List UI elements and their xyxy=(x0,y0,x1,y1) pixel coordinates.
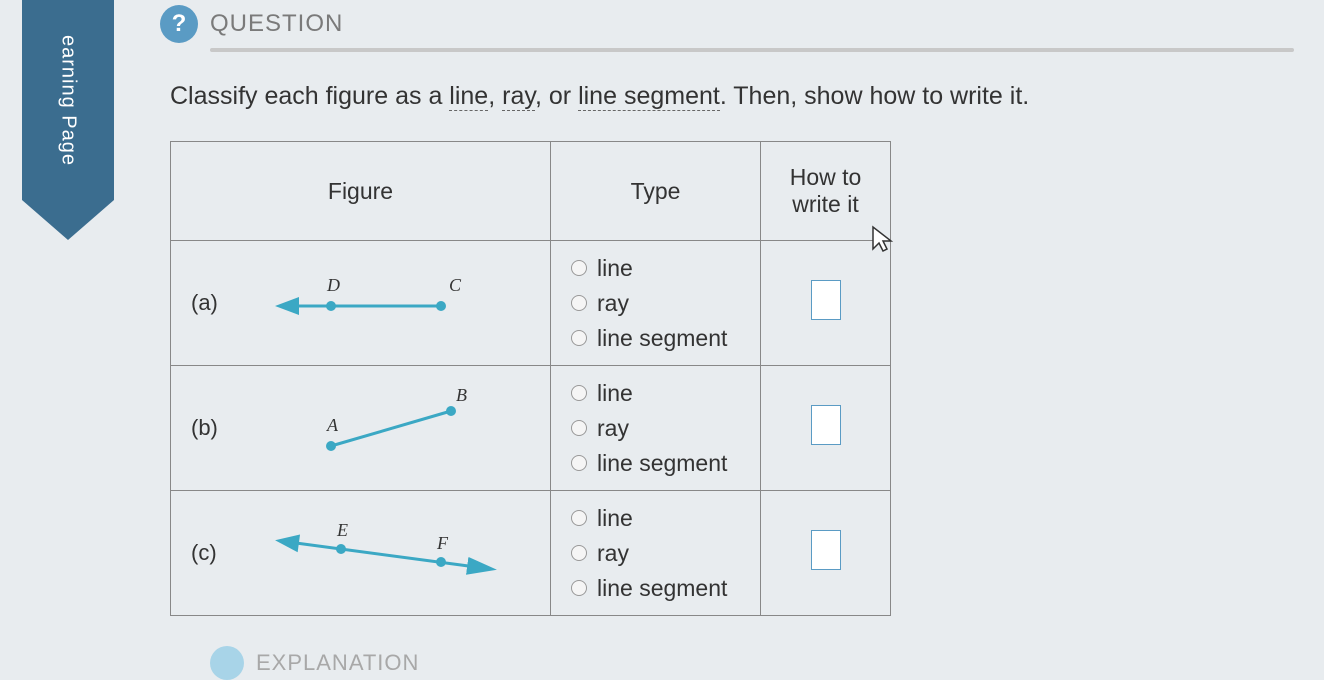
radio-icon xyxy=(571,455,587,471)
header-figure: Figure xyxy=(171,142,551,241)
instruction-text: Classify each figure as a line, ray, or … xyxy=(160,82,1294,111)
svg-text:B: B xyxy=(456,385,467,405)
explanation-icon xyxy=(210,646,244,680)
header-type: Type xyxy=(551,142,761,241)
option-a-segment[interactable]: line segment xyxy=(571,325,744,352)
table-header-row: Figure Type How to write it xyxy=(171,142,891,241)
explanation-title: EXPLANATION xyxy=(256,650,419,676)
row-label: (a) xyxy=(191,290,218,316)
figure-segment-ab: A B xyxy=(251,366,551,490)
write-input-c[interactable] xyxy=(811,530,841,570)
row-label: (c) xyxy=(191,540,217,566)
svg-text:D: D xyxy=(326,275,340,295)
type-cell-b: line ray line segment xyxy=(551,366,761,491)
table-row: (b) A B line ray line segment xyxy=(171,366,891,491)
write-cell-b xyxy=(761,366,891,491)
radio-icon xyxy=(571,385,587,401)
type-cell-a: line ray line segment xyxy=(551,241,761,366)
svg-text:E: E xyxy=(336,520,348,540)
radio-icon xyxy=(571,580,587,596)
option-b-segment[interactable]: line segment xyxy=(571,450,744,477)
write-input-a[interactable] xyxy=(811,280,841,320)
radio-icon xyxy=(571,330,587,346)
figure-cell-a: (a) D C xyxy=(171,241,551,366)
classification-table: Figure Type How to write it (a) D xyxy=(170,141,891,616)
side-tab-label: earning Page xyxy=(57,35,80,166)
write-input-b[interactable] xyxy=(811,405,841,445)
figure-cell-c: (c) E F xyxy=(171,491,551,616)
explanation-header: EXPLANATION xyxy=(210,646,1294,680)
term-ray[interactable]: ray xyxy=(502,82,535,111)
term-line-segment[interactable]: line segment xyxy=(578,82,720,111)
write-cell-c xyxy=(761,491,891,616)
option-b-ray[interactable]: ray xyxy=(571,415,744,442)
cursor-icon xyxy=(870,225,896,255)
question-mark-icon: ? xyxy=(160,5,198,43)
question-title: QUESTION xyxy=(210,10,343,38)
question-header: ? QUESTION xyxy=(160,0,1294,48)
radio-icon xyxy=(571,295,587,311)
figure-line-ef: E F xyxy=(251,491,551,615)
option-c-segment[interactable]: line segment xyxy=(571,575,744,602)
option-c-line[interactable]: line xyxy=(571,505,744,532)
side-tab-arrow-icon xyxy=(22,200,114,240)
option-c-ray[interactable]: ray xyxy=(571,540,744,567)
radio-icon xyxy=(571,510,587,526)
row-label: (b) xyxy=(191,415,218,441)
type-cell-c: line ray line segment xyxy=(551,491,761,616)
term-line[interactable]: line xyxy=(449,82,488,111)
svg-text:F: F xyxy=(436,533,449,553)
radio-icon xyxy=(571,545,587,561)
figure-ray-dc: D C xyxy=(251,241,551,365)
option-b-line[interactable]: line xyxy=(571,380,744,407)
content-area: ? QUESTION Classify each figure as a lin… xyxy=(130,0,1324,680)
svg-text:C: C xyxy=(449,275,462,295)
figure-cell-b: (b) A B xyxy=(171,366,551,491)
header-divider xyxy=(210,48,1294,52)
option-a-line[interactable]: line xyxy=(571,255,744,282)
table-row: (c) E F xyxy=(171,491,891,616)
write-cell-a xyxy=(761,241,891,366)
option-a-ray[interactable]: ray xyxy=(571,290,744,317)
radio-icon xyxy=(571,420,587,436)
side-tab[interactable]: earning Page xyxy=(22,0,114,200)
radio-icon xyxy=(571,260,587,276)
table-row: (a) D C line ray xyxy=(171,241,891,366)
svg-text:A: A xyxy=(326,415,339,435)
